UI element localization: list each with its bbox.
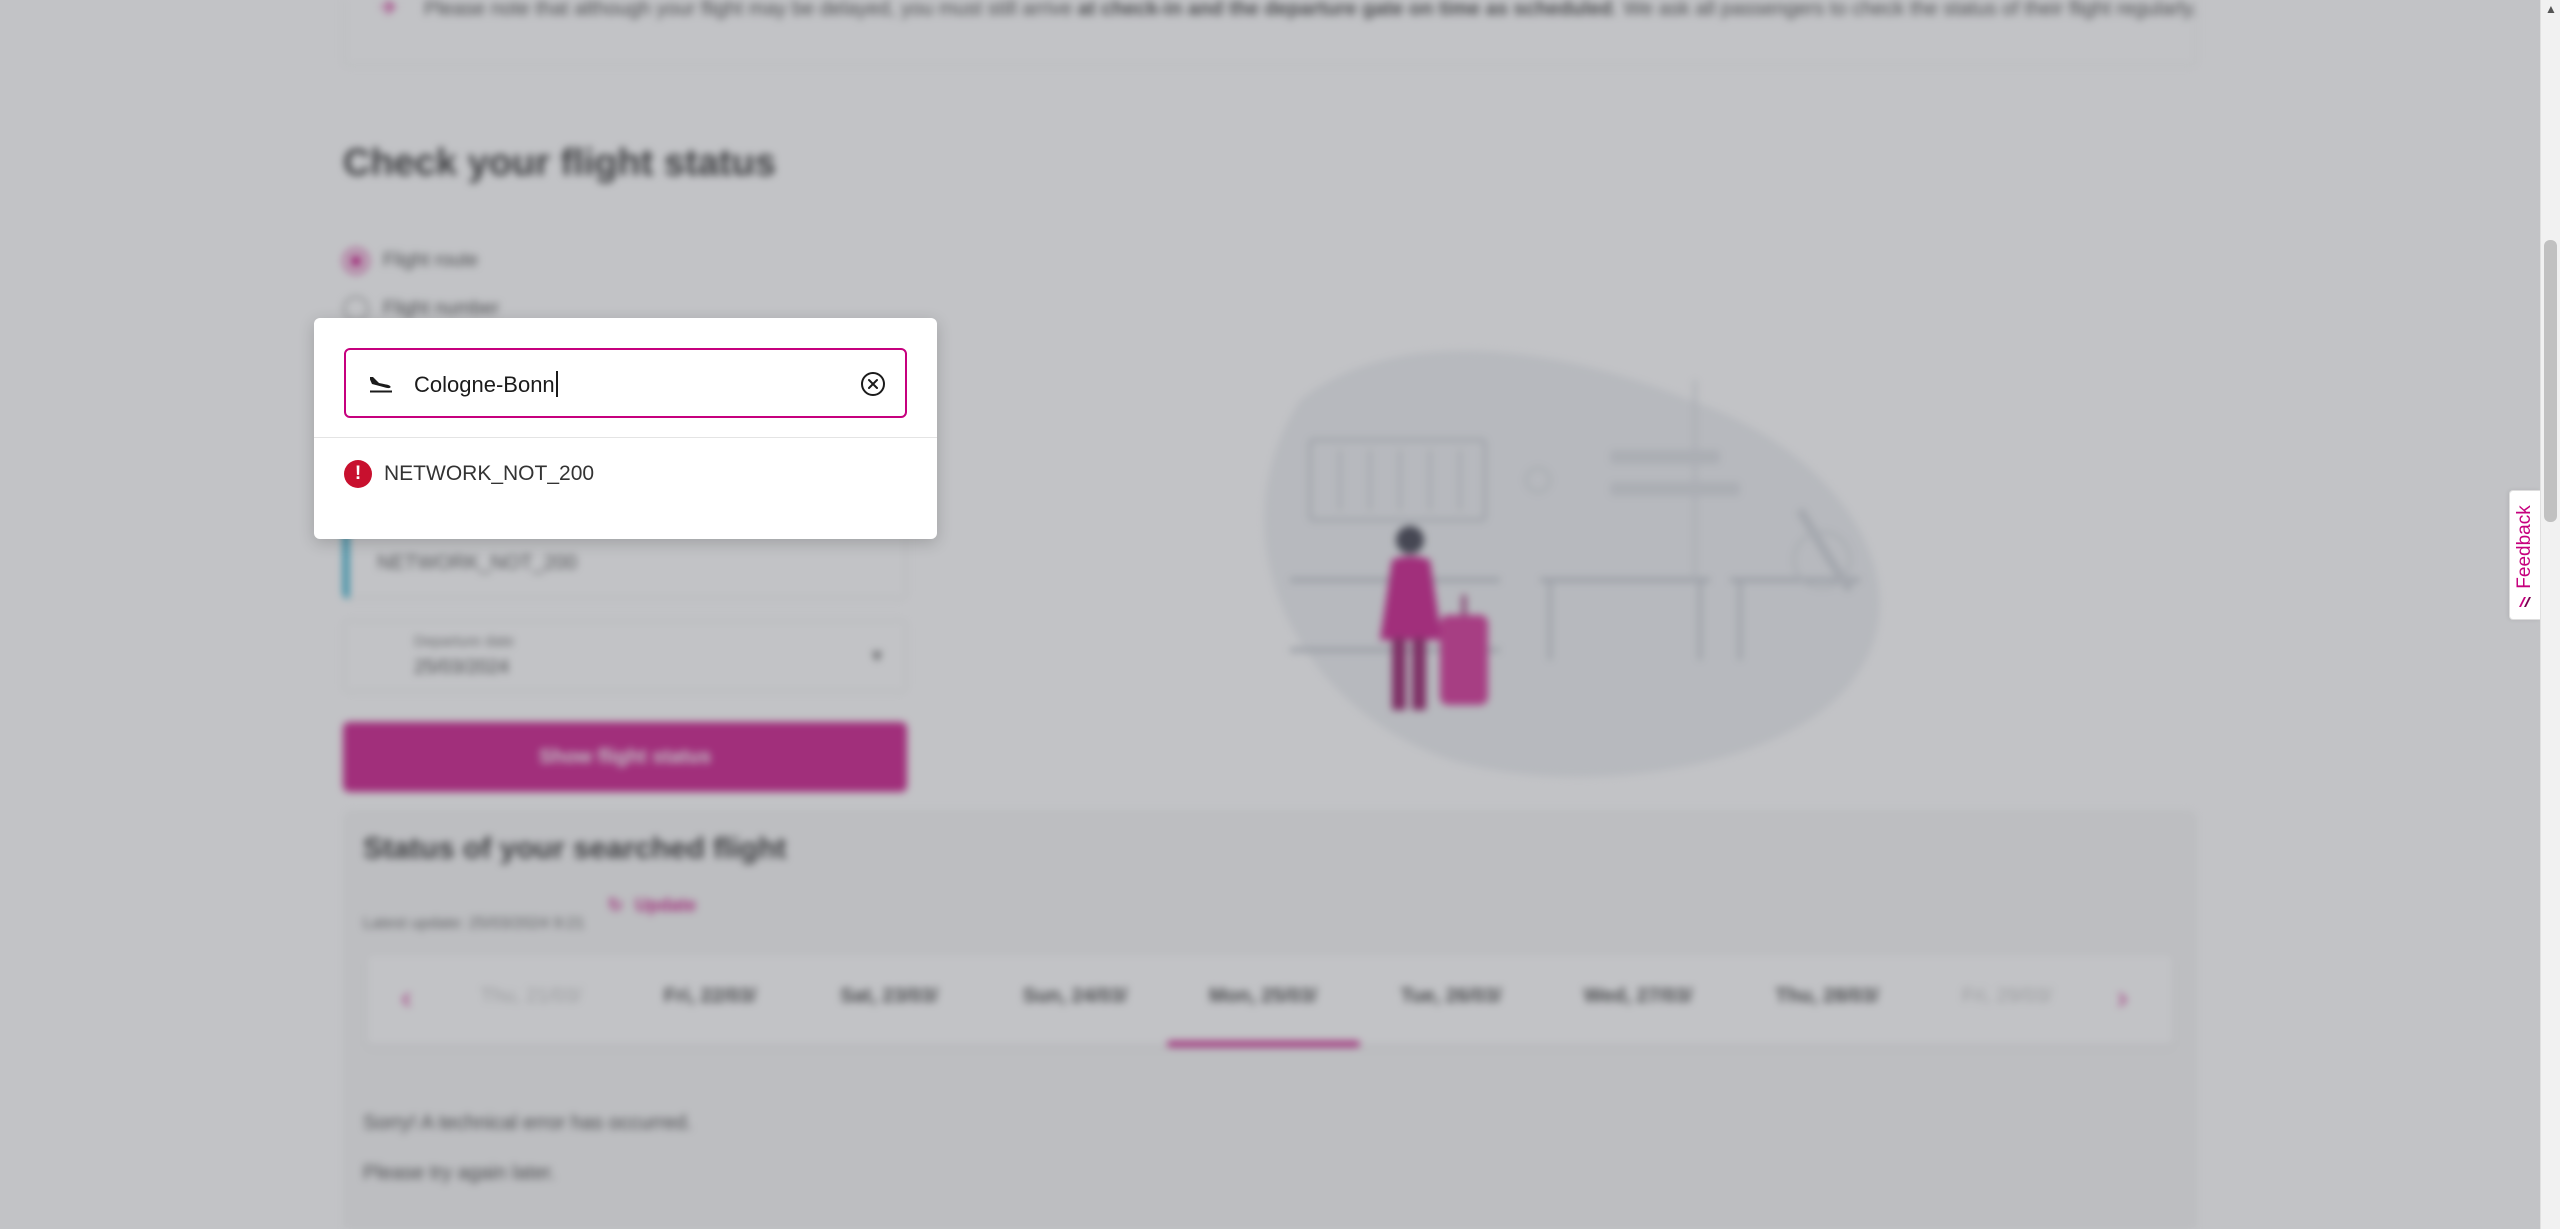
search-value: Cologne-Bonn: [414, 371, 558, 398]
scroll-up-arrow-icon[interactable]: ▲: [2545, 2, 2557, 16]
feedback-label: Feedback: [2514, 505, 2535, 589]
search-text: Cologne-Bonn: [414, 372, 555, 397]
feedback-logo-icon: [2519, 597, 2531, 607]
page-scrollbar[interactable]: ▲: [2540, 0, 2560, 1229]
clear-circle-x-icon[interactable]: [859, 370, 887, 398]
scrollbar-thumb[interactable]: [2544, 240, 2557, 522]
dialog-divider: [314, 437, 937, 438]
airport-search-dialog: Cologne-Bonn ! NETWORK_NOT_200: [314, 318, 937, 539]
text-caret: [555, 371, 558, 397]
airport-search-input[interactable]: Cologne-Bonn: [344, 348, 907, 418]
plane-arrival-icon: [370, 377, 392, 393]
modal-backdrop[interactable]: [0, 0, 2540, 1229]
search-error-row: ! NETWORK_NOT_200: [344, 460, 594, 488]
search-error-message: NETWORK_NOT_200: [384, 462, 595, 485]
feedback-tab[interactable]: Feedback: [2509, 490, 2540, 620]
error-exclamation-icon: !: [344, 460, 372, 488]
